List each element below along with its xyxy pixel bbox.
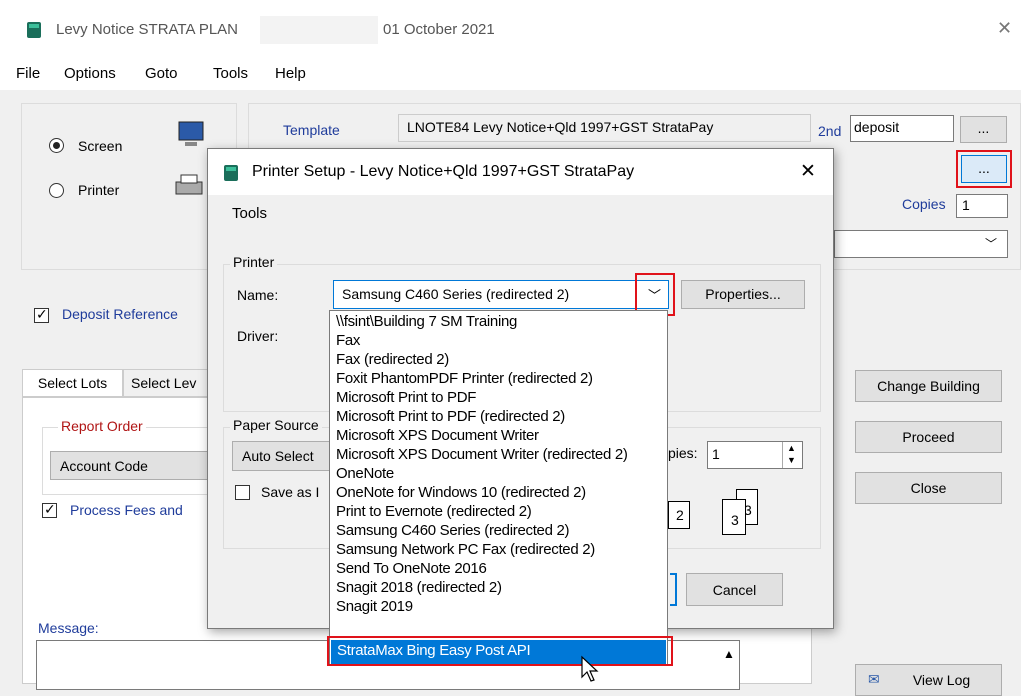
message-label: Message: <box>38 620 99 636</box>
list-item[interactable]: Snagit 2018 (redirected 2) <box>336 579 502 596</box>
menu-file[interactable]: File <box>16 65 40 82</box>
menu-help[interactable]: Help <box>275 65 306 82</box>
deposit-reference-checkbox[interactable] <box>34 306 49 323</box>
dialog-title: Printer Setup - Levy Notice+Qld 1997+GST… <box>252 163 635 180</box>
mouse-cursor-icon <box>581 655 599 682</box>
window-title: Levy Notice STRATA PLAN <box>56 21 239 38</box>
list-item[interactable]: Snagit 2019 <box>336 598 413 615</box>
list-item[interactable]: Samsung Network PC Fax (redirected 2) <box>336 541 595 558</box>
printer-icon <box>175 174 203 195</box>
process-fees-checkbox[interactable] <box>42 501 57 518</box>
log-icon: ✉ <box>868 671 880 687</box>
collate-page-front: 3 <box>722 499 746 535</box>
list-item[interactable]: \\fsint\Building 7 SM Training <box>336 313 517 330</box>
printer-name-dropdown[interactable]: Samsung C460 Series (redirected 2) <box>333 280 669 309</box>
deposit-reference-label: Deposit Reference <box>62 306 178 322</box>
template-browse-button[interactable]: ... <box>960 116 1007 143</box>
menu-options[interactable]: Options <box>64 65 116 82</box>
list-item[interactable]: Print to Evernote (redirected 2) <box>336 503 532 520</box>
window-titlebar: Levy Notice STRATA PLAN 01 October 2021 … <box>0 0 1021 58</box>
cancel-button[interactable]: Cancel <box>686 573 783 606</box>
close-button[interactable]: Close <box>855 472 1002 504</box>
window-title-date: 01 October 2021 <box>383 21 495 38</box>
printer-browse-button[interactable]: ... <box>961 155 1007 183</box>
list-item[interactable]: OneNote <box>336 465 394 482</box>
printer-label: Printer <box>78 182 120 198</box>
collate-page-front-number: 3 <box>731 512 739 528</box>
paper-source-dropdown[interactable]: Auto Select <box>232 441 342 471</box>
view-log-button[interactable]: ✉ View Log <box>855 664 1002 696</box>
dialog-menu-tools[interactable]: Tools <box>232 205 267 222</box>
second-label: 2nd <box>818 123 842 139</box>
report-order-dropdown[interactable]: Account Code <box>50 451 210 480</box>
report-order-label: Report Order <box>58 418 146 434</box>
app-icon <box>27 22 41 38</box>
printer-radio[interactable] <box>49 183 64 198</box>
copies-label: Copies <box>902 196 946 212</box>
name-chevron-down-icon[interactable]: ﹀ <box>648 285 661 304</box>
list-item[interactable]: Microsoft XPS Document Writer <box>336 427 539 444</box>
list-item[interactable]: Foxit PhantomPDF Printer (redirected 2) <box>336 370 593 387</box>
dialog-menu-bar: Tools <box>208 195 833 231</box>
driver-label: Driver: <box>237 328 279 344</box>
monitor-icon <box>178 121 204 146</box>
view-log-label: View Log <box>912 672 971 688</box>
dialog-copies-value: 1 <box>712 446 720 462</box>
template-field[interactable]: LNOTE84 Levy Notice+Qld 1997+GST StrataP… <box>398 114 811 142</box>
printer-group-label: Printer <box>230 254 278 270</box>
chevron-down-icon: ﹀ <box>985 237 998 251</box>
menu-bar: File Options Goto Tools Help <box>0 58 1021 90</box>
dialog-close-icon[interactable]: ✕ <box>800 160 816 183</box>
list-item[interactable]: Microsoft XPS Document Writer (redirecte… <box>336 446 628 463</box>
tab-select-levies[interactable]: Select Lev <box>123 369 213 397</box>
copies-field[interactable]: 1 <box>956 194 1008 218</box>
screen-radio[interactable] <box>49 138 64 153</box>
screen-label: Screen <box>78 138 123 154</box>
paper-source-label: Paper Source <box>230 417 322 433</box>
printer-name-label: Name: <box>237 287 279 303</box>
dialog-copies-spinner[interactable]: 1 ▲ ▼ <box>707 441 803 469</box>
list-item[interactable]: Microsoft Print to PDF (redirected 2) <box>336 408 565 425</box>
list-item[interactable]: OneNote for Windows 10 (redirected 2) <box>336 484 586 501</box>
process-fees-label: Process Fees and <box>70 502 183 518</box>
second-deposit-value: deposit <box>854 119 900 135</box>
format-dropdown[interactable]: ﹀ <box>834 230 1008 258</box>
save-as-checkbox[interactable] <box>235 485 250 500</box>
printer-name-value: Samsung C460 Series (redirected 2) <box>342 286 570 302</box>
dialog-copies-label: pies: <box>668 445 698 461</box>
menu-tools[interactable]: Tools <box>213 65 248 82</box>
template-label: Template <box>283 122 340 138</box>
save-as-label: Save as I <box>261 484 320 500</box>
menu-goto[interactable]: Goto <box>145 65 178 82</box>
ok-button-edge[interactable] <box>670 573 677 606</box>
list-item[interactable]: Send To OneNote 2016 <box>336 560 487 577</box>
properties-button[interactable]: Properties... <box>681 280 805 309</box>
highlight-selected-printer <box>327 636 673 666</box>
template-value: LNOTE84 Levy Notice+Qld 1997+GST StrataP… <box>407 119 714 135</box>
collate-page-2-number: 2 <box>676 507 684 523</box>
dialog-titlebar: Printer Setup - Levy Notice+Qld 1997+GST… <box>208 149 833 195</box>
redacted-plan-number <box>260 16 378 44</box>
list-item[interactable]: Microsoft Print to PDF <box>336 389 476 406</box>
copies-value: 1 <box>962 197 970 213</box>
collate-page-2: 2 <box>668 501 690 529</box>
scroll-up-icon[interactable]: ▲ <box>723 647 735 661</box>
change-building-button[interactable]: Change Building <box>855 370 1002 402</box>
spinner-arrows-icon[interactable]: ▲ ▼ <box>782 442 800 468</box>
window-close-icon[interactable]: ✕ <box>997 18 1012 39</box>
second-deposit-field[interactable]: deposit <box>850 115 954 142</box>
list-item[interactable]: Samsung C460 Series (redirected 2) <box>336 522 570 539</box>
list-item[interactable]: Fax (redirected 2) <box>336 351 449 368</box>
list-item[interactable]: Fax <box>336 332 360 349</box>
tab-select-lots[interactable]: Select Lots <box>22 369 123 397</box>
proceed-button[interactable]: Proceed <box>855 421 1002 453</box>
dialog-app-icon <box>224 165 238 181</box>
printer-dropdown-list[interactable]: \\fsint\Building 7 SM Training Fax Fax (… <box>329 310 668 665</box>
